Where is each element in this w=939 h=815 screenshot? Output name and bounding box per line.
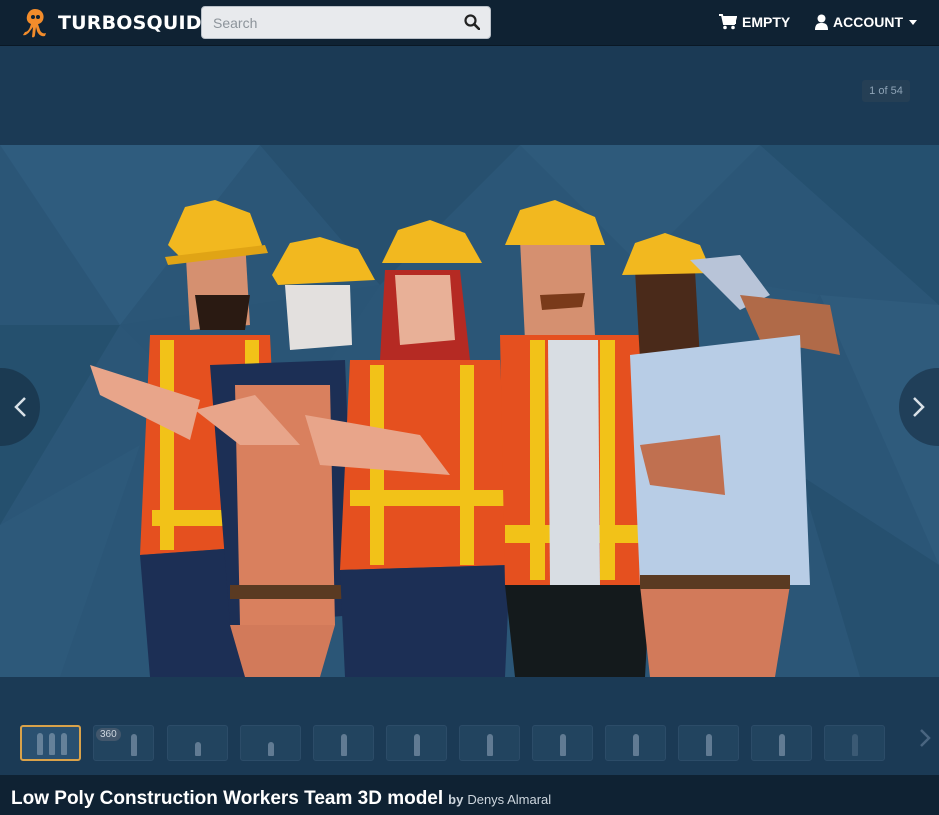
thumbnail-figure bbox=[37, 733, 43, 755]
thumbnail-1[interactable] bbox=[20, 725, 81, 761]
brand-name: TURBOSQUID bbox=[58, 12, 202, 34]
thumbnail-2[interactable]: 360 bbox=[93, 725, 154, 761]
account-menu[interactable]: ACCOUNT bbox=[815, 12, 917, 32]
thumbnail-12[interactable] bbox=[824, 725, 885, 761]
thumbnail-figure bbox=[778, 734, 785, 756]
thumbnail-figure bbox=[267, 742, 274, 756]
user-icon bbox=[815, 14, 828, 30]
thumbnail-8[interactable] bbox=[532, 725, 593, 761]
search-button[interactable] bbox=[463, 14, 481, 32]
thumbnail-3[interactable] bbox=[167, 725, 228, 761]
product-title: Low Poly Construction Workers Team 3D mo… bbox=[11, 788, 444, 809]
site-logo[interactable]: TURBOSQUID bbox=[20, 5, 202, 41]
thumbnail-11[interactable] bbox=[751, 725, 812, 761]
by-label: by bbox=[448, 792, 464, 807]
thumbnail-figure bbox=[559, 734, 566, 756]
360-badge: 360 bbox=[96, 728, 121, 741]
thumbnail-6[interactable] bbox=[386, 725, 447, 761]
thumbnail-figure bbox=[705, 734, 712, 756]
chevron-right-icon bbox=[920, 729, 931, 747]
thumbnail-5[interactable] bbox=[313, 725, 374, 761]
cart-icon bbox=[719, 14, 737, 30]
preview-render bbox=[0, 145, 939, 677]
caret-down-icon bbox=[909, 19, 917, 25]
thumbnail-7[interactable] bbox=[459, 725, 520, 761]
top-navigation-bar: TURBOSQUID EMPTY ACCOUNT bbox=[0, 0, 939, 46]
search-icon bbox=[464, 14, 481, 31]
cart-button[interactable]: EMPTY bbox=[719, 12, 790, 32]
thumbnail-figure bbox=[486, 734, 493, 756]
product-title-row: Low Poly Construction Workers Team 3D mo… bbox=[11, 788, 551, 810]
search-input[interactable] bbox=[202, 7, 452, 38]
cart-label: EMPTY bbox=[742, 14, 791, 30]
thumbnail-4[interactable] bbox=[240, 725, 301, 761]
squid-logo-icon bbox=[23, 9, 46, 38]
thumbnail-10[interactable] bbox=[678, 725, 739, 761]
thumbnail-figure bbox=[49, 733, 55, 755]
product-image[interactable] bbox=[0, 145, 939, 677]
account-label: ACCOUNT bbox=[833, 14, 903, 30]
thumbnail-figure bbox=[851, 734, 858, 756]
thumbnail-figure bbox=[340, 734, 347, 756]
chevron-left-icon bbox=[14, 397, 26, 417]
thumbnail-figure bbox=[194, 742, 201, 756]
image-counter: 1 of 54 bbox=[862, 80, 910, 102]
chevron-right-icon bbox=[913, 397, 925, 417]
thumbnail-9[interactable] bbox=[605, 725, 666, 761]
thumbnail-strip: 360 bbox=[20, 725, 939, 763]
thumbnail-figure bbox=[61, 733, 67, 755]
thumbnail-figure bbox=[131, 734, 137, 756]
viewer-top-area bbox=[0, 47, 939, 145]
thumbnails-next-button[interactable] bbox=[918, 728, 939, 760]
thumbnail-figure bbox=[632, 734, 639, 756]
author-link[interactable]: Denys Almaral bbox=[467, 792, 551, 807]
search-box bbox=[201, 6, 491, 39]
thumbnail-figure bbox=[413, 734, 420, 756]
